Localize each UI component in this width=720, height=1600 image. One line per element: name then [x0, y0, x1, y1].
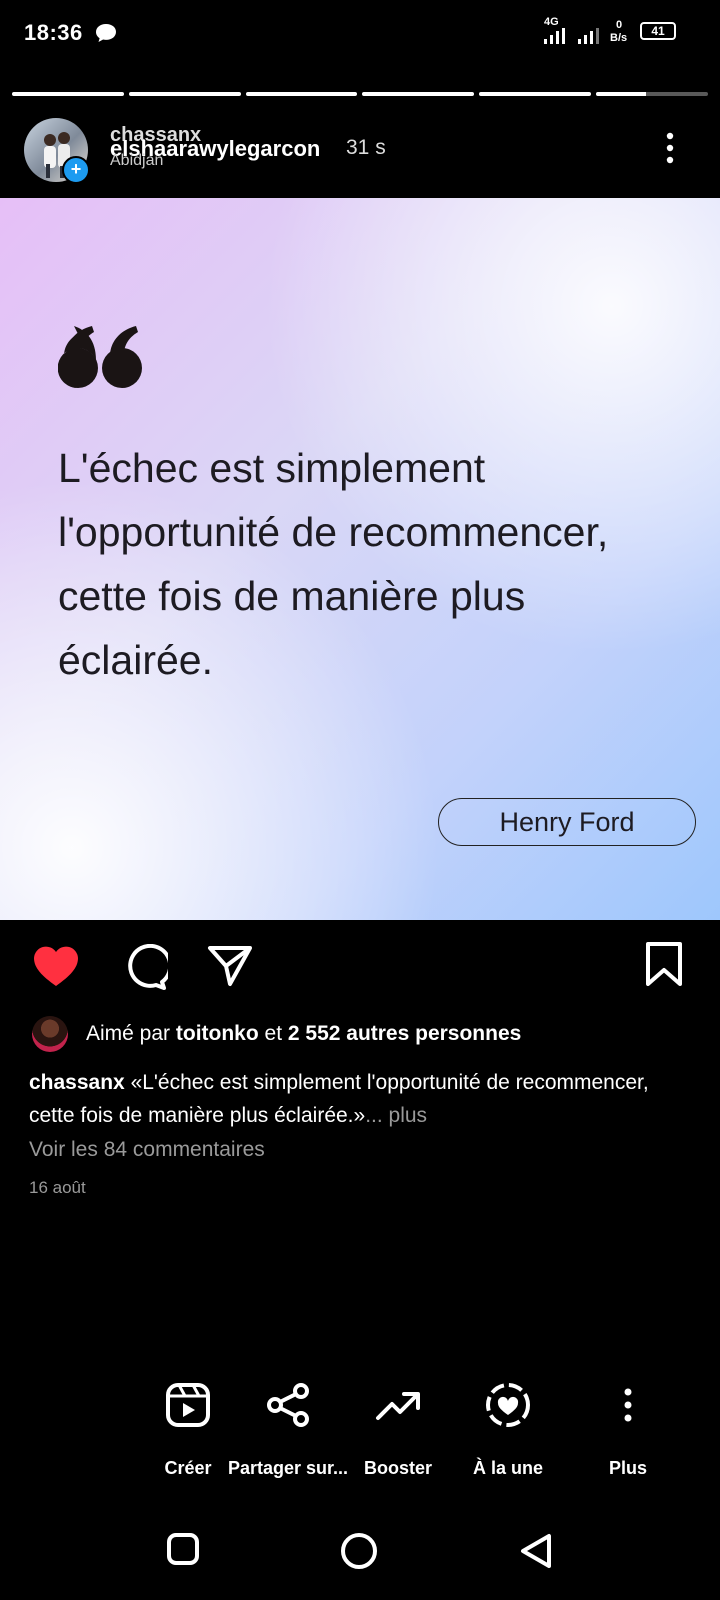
- comment-icon[interactable]: [120, 943, 173, 995]
- system-navigation-bar: [0, 1520, 720, 1590]
- progress-fill: [128, 92, 241, 96]
- progress-fill: [596, 92, 647, 96]
- message-notification-icon: [94, 22, 118, 49]
- trending-up-icon: [338, 1380, 458, 1430]
- highlight-label: À la une: [472, 1458, 543, 1478]
- likes-count[interactable]: 2 552 autres personnes: [288, 1022, 521, 1045]
- story-time: 31 s: [346, 136, 386, 159]
- profile-avatar[interactable]: +: [24, 118, 90, 184]
- quote-text: L'échec est simplement l'opportunité de …: [58, 445, 609, 683]
- progress-segment: [245, 92, 358, 96]
- progress-fill: [245, 92, 358, 96]
- battery-icon: 41: [640, 22, 676, 40]
- likes-summary[interactable]: Aimé par toitonko et 2 552 autres person…: [32, 1016, 692, 1054]
- progress-segment: [12, 92, 124, 96]
- status-bar: 18:36 4G 0 B/s 41: [0, 0, 720, 64]
- progress-fill: [12, 92, 124, 96]
- quote-mark-icon: [57, 326, 144, 393]
- recent-apps-icon[interactable]: [166, 1532, 200, 1571]
- view-comments-link[interactable]: Voir les 84 commentaires: [29, 1138, 265, 1162]
- more-vertical-icon: [568, 1380, 688, 1430]
- progress-segment: [128, 92, 241, 96]
- caption-username[interactable]: chassanx: [29, 1071, 125, 1094]
- post-actions: [0, 940, 720, 1000]
- add-story-icon[interactable]: +: [62, 156, 90, 184]
- story-owner-actions: Créer Partager sur... Booster À la une P…: [130, 1380, 710, 1490]
- status-time: 18:36: [24, 20, 83, 45]
- highlight-button[interactable]: À la une: [448, 1380, 568, 1479]
- location[interactable]: Abidjan: [110, 152, 163, 170]
- like-heart-icon[interactable]: [32, 944, 80, 993]
- battery-level: 41: [651, 24, 665, 38]
- share-to-label: Partager sur...: [228, 1458, 349, 1478]
- progress-fill: [479, 92, 592, 96]
- likes-and: et: [258, 1022, 288, 1045]
- story-header: + chassanx elshaarawylegarcon Abidjan 31…: [0, 112, 720, 192]
- progress-segment: [362, 92, 475, 96]
- story-progress-bar: [12, 92, 708, 97]
- more-options-icon[interactable]: [666, 132, 674, 169]
- speed-value: 0: [616, 19, 623, 31]
- signal-icon-2: [578, 28, 602, 49]
- post-caption: chassanx «L'échec est simplement l'oppor…: [29, 1066, 689, 1132]
- post-date: 16 août: [29, 1178, 86, 1197]
- status-icons: 4G 0 B/s 41: [544, 16, 694, 46]
- liked-by-user[interactable]: toitonko: [176, 1022, 259, 1045]
- quote-author: Henry Ford: [438, 798, 696, 846]
- caption-more-link[interactable]: ... plus: [365, 1104, 427, 1127]
- home-icon[interactable]: [340, 1532, 378, 1575]
- share-icon: [228, 1380, 348, 1430]
- network-type: 4G: [544, 16, 559, 28]
- post-image[interactable]: L'échec est simplement l'opportunité de …: [0, 198, 720, 920]
- signal-icon: [544, 28, 568, 49]
- progress-segment: [596, 92, 708, 96]
- boost-button[interactable]: Booster: [338, 1380, 458, 1479]
- likes-text: Aimé par toitonko et 2 552 autres person…: [86, 1022, 521, 1046]
- progress-fill: [362, 92, 475, 96]
- boost-label: Booster: [363, 1458, 432, 1478]
- progress-segment: [479, 92, 592, 96]
- bookmark-icon[interactable]: [644, 942, 684, 991]
- back-icon[interactable]: [518, 1532, 554, 1575]
- share-to-button[interactable]: Partager sur...: [228, 1380, 348, 1479]
- more-label: Plus: [608, 1458, 647, 1478]
- speed-unit: B/s: [610, 32, 628, 44]
- highlight-heart-icon: [448, 1380, 568, 1430]
- more-button[interactable]: Plus: [568, 1380, 688, 1479]
- share-send-icon[interactable]: [206, 944, 254, 993]
- liker-avatar: [32, 1016, 68, 1052]
- likes-prefix: Aimé par: [86, 1022, 176, 1045]
